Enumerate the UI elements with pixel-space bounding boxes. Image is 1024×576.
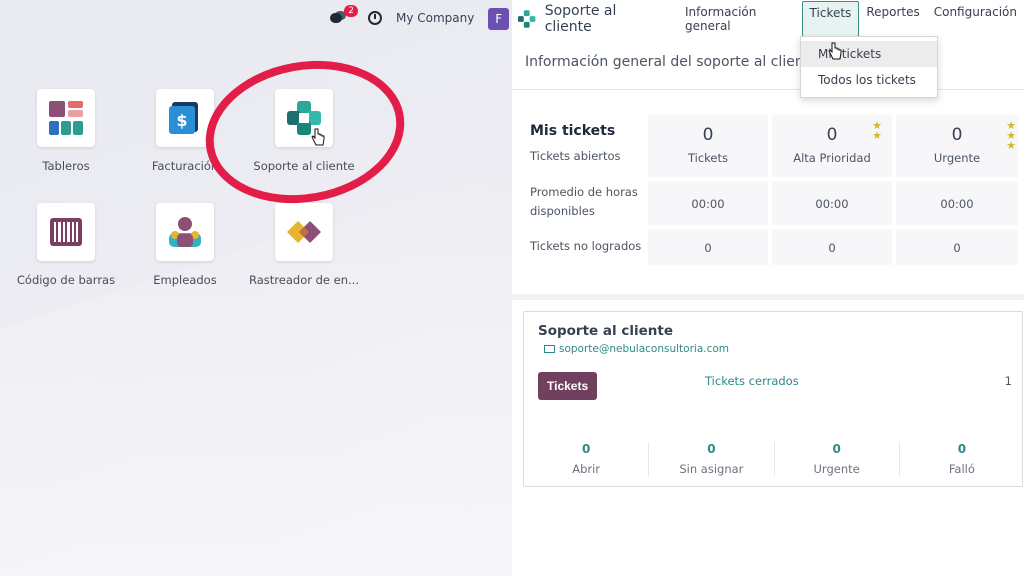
- breadcrumb-title: Información general del soporte al clien…: [525, 54, 818, 70]
- high-priority-hours: 00:00: [815, 197, 849, 211]
- stat-label: Urgente: [813, 462, 860, 476]
- closed-tickets-link[interactable]: Tickets cerrados: [705, 374, 799, 388]
- app-label: Empleados: [153, 273, 217, 287]
- hand-cursor-icon: [828, 42, 842, 60]
- tickets-dropdown: Mis tickets Todos los tickets: [800, 36, 938, 98]
- star-icon: ★ ★ ★: [1006, 119, 1016, 152]
- high-priority-label: Alta Prioridad: [793, 151, 871, 165]
- menu-reportes[interactable]: Reportes: [859, 1, 926, 37]
- cell-high-priority-hours[interactable]: 00:00: [772, 181, 892, 225]
- tickets-label: Tickets: [687, 151, 728, 165]
- annotation-circle: [194, 45, 416, 219]
- company-switcher[interactable]: My Company: [396, 11, 474, 25]
- tickets-hours: 00:00: [691, 197, 725, 211]
- star-icon: ★ ★: [872, 119, 882, 142]
- footer-stat-urgente[interactable]: 0 Urgente: [775, 442, 900, 476]
- stat-count: 0: [832, 442, 841, 456]
- app-label: Tableros: [42, 159, 90, 173]
- team-email-text: soporte@nebulaconsultoria.com: [559, 343, 730, 355]
- main-menu: Información general Tickets Reportes Con…: [678, 1, 1024, 37]
- urgent-failed: 0: [953, 241, 961, 255]
- tickets-button[interactable]: Tickets: [538, 372, 598, 400]
- app-label: Código de barras: [16, 273, 116, 287]
- team-card: Soporte al cliente soporte@nebulaconsult…: [523, 311, 1023, 487]
- footer-stat-sin-asignar[interactable]: 0 Sin asignar: [649, 442, 775, 476]
- tickets-failed: 0: [704, 241, 712, 255]
- cell-tickets-hours[interactable]: 00:00: [648, 181, 768, 225]
- stat-count: 0: [707, 442, 716, 456]
- timesheet-icon: [275, 203, 333, 261]
- footer-stat-fallo[interactable]: 0 Falló: [900, 442, 1024, 476]
- top-navbar: F Soporte al cliente Información general…: [488, 0, 1024, 38]
- footer-stat-abrir[interactable]: 0 Abrir: [524, 442, 650, 476]
- urgent-count: 0: [951, 125, 963, 145]
- app-label: Rastreador de en...: [249, 273, 359, 287]
- cell-tickets[interactable]: 0 Tickets: [648, 115, 768, 177]
- user-avatar[interactable]: F: [488, 8, 510, 30]
- cell-high-priority-failed[interactable]: 0: [772, 229, 892, 265]
- stat-count: 0: [581, 442, 591, 456]
- menu-informacion-general[interactable]: Información general: [678, 1, 802, 37]
- app-tile-tableros[interactable]: Tableros: [1, 89, 131, 173]
- team-email[interactable]: soporte@nebulaconsultoria.com: [544, 343, 729, 355]
- cell-urgent-hours[interactable]: 00:00: [896, 181, 1018, 225]
- cell-urgente[interactable]: 0 Urgente ★ ★ ★: [896, 115, 1018, 177]
- app-launcher: 2 My Company Tableros $ Facturación Sopo…: [0, 0, 512, 576]
- stat-label: Sin asignar: [679, 462, 744, 476]
- activity-clock-icon[interactable]: [368, 11, 382, 25]
- svg-text:$: $: [176, 111, 187, 130]
- closed-tickets-count[interactable]: 1: [1005, 374, 1012, 388]
- app-tile-codigo-barras[interactable]: Código de barras: [1, 203, 131, 287]
- row-label-open: Tickets abiertos: [530, 149, 621, 163]
- app-tile-empleados[interactable]: Empleados: [120, 203, 250, 287]
- menu-configuracion[interactable]: Configuración: [927, 1, 1024, 37]
- row-label-hours: Promedio de horas disponibles: [530, 185, 638, 218]
- team-footer-stats: 0 Abrir 0 Sin asignar 0 Urgente 0 Falló: [524, 442, 1024, 476]
- row-label-failed: Tickets no logrados: [530, 239, 642, 253]
- stat-count: 0: [957, 442, 967, 456]
- my-tickets-panel: Mis tickets Tickets abiertos Promedio de…: [512, 90, 1024, 300]
- high-priority-failed: 0: [828, 241, 836, 255]
- my-tickets-title: Mis tickets: [530, 123, 616, 139]
- app-tile-rastreador[interactable]: Rastreador de en...: [239, 203, 369, 287]
- urgent-hours: 00:00: [940, 197, 974, 211]
- dropdown-item-mis-tickets[interactable]: Mis tickets: [801, 41, 937, 67]
- dashboard-icon: [37, 89, 95, 147]
- messages-icon[interactable]: 2: [330, 5, 358, 25]
- app-title[interactable]: Soporte al cliente: [545, 3, 664, 35]
- cell-urgent-failed[interactable]: 0: [896, 229, 1018, 265]
- tickets-count: 0: [702, 125, 714, 145]
- urgent-label: Urgente: [933, 151, 981, 165]
- employees-icon: [156, 203, 214, 261]
- cell-alta-prioridad[interactable]: 0 Alta Prioridad ★ ★: [772, 115, 892, 177]
- dropdown-item-todos-tickets[interactable]: Todos los tickets: [801, 67, 937, 93]
- systray: 2 My Company: [330, 0, 474, 36]
- hand-cursor-icon: [311, 128, 325, 146]
- barcode-icon: [37, 203, 95, 261]
- cell-tickets-failed[interactable]: 0: [648, 229, 768, 265]
- team-name[interactable]: Soporte al cliente: [538, 323, 673, 339]
- stat-label: Abrir: [572, 462, 601, 476]
- helpdesk-logo-icon[interactable]: [517, 9, 536, 29]
- control-panel: Información general del soporte al clien…: [512, 38, 1024, 90]
- envelope-icon: [544, 345, 555, 353]
- menu-tickets[interactable]: Tickets: [801, 1, 860, 37]
- messages-badge: 2: [344, 5, 358, 17]
- helpdesk-window: F Soporte al cliente Información general…: [488, 0, 1024, 576]
- stat-label: Falló: [948, 462, 975, 476]
